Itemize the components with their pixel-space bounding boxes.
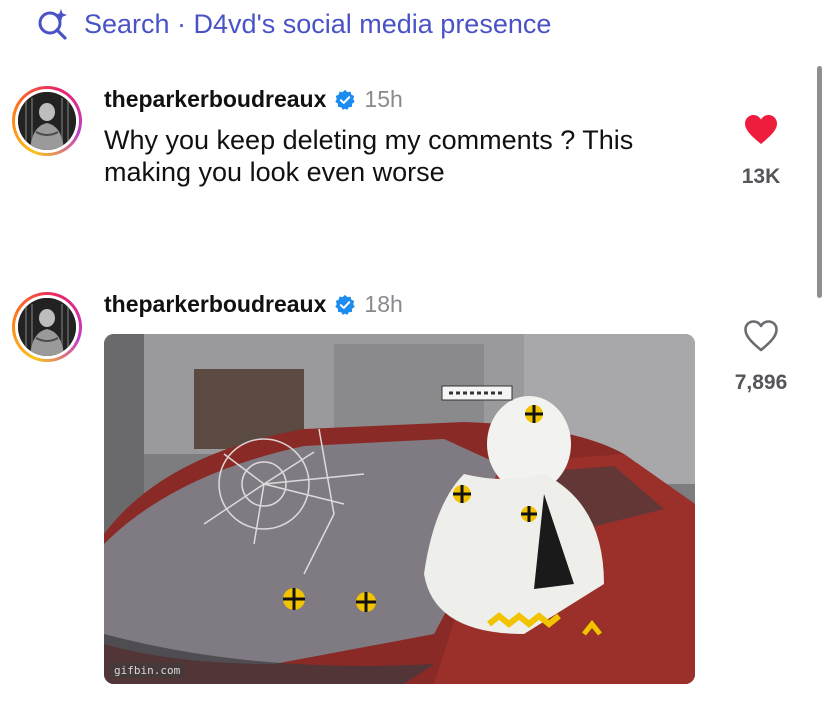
- comments-page: Search · D4vd's social media presence th…: [0, 0, 828, 718]
- avatar[interactable]: [12, 86, 82, 156]
- crash-test-dummy-gif-image: [104, 334, 695, 684]
- comment-meta: theparkerboudreaux 18h: [104, 291, 403, 318]
- avatar-photo: [18, 92, 76, 150]
- avatar[interactable]: [12, 292, 82, 362]
- heart-filled-icon[interactable]: [744, 114, 778, 151]
- like-count: 7,896: [734, 371, 788, 394]
- search-sparkle-icon: [36, 7, 70, 41]
- comment-meta: theparkerboudreaux 15h: [104, 86, 403, 113]
- username[interactable]: theparkerboudreaux: [104, 291, 326, 318]
- heart-outline-icon[interactable]: [744, 320, 778, 357]
- search-query-text[interactable]: Search · D4vd's social media presence: [84, 9, 551, 40]
- gif-watermark: gifbin.com: [110, 663, 185, 678]
- verified-badge-icon: [334, 89, 356, 111]
- gif-media[interactable]: gifbin.com: [104, 334, 695, 684]
- avatar-photo: [18, 298, 76, 356]
- comment-text: Why you keep deleting my comments ? This…: [104, 125, 634, 187]
- like-count: 13K: [741, 165, 781, 188]
- comment-timestamp: 15h: [364, 86, 403, 112]
- like-control[interactable]: 13K: [716, 114, 806, 189]
- search-bar[interactable]: Search · D4vd's social media presence: [36, 6, 551, 42]
- verified-badge-icon: [334, 294, 356, 316]
- comment-timestamp: 18h: [364, 291, 403, 317]
- scrollbar[interactable]: [817, 66, 822, 298]
- username[interactable]: theparkerboudreaux: [104, 86, 326, 113]
- like-control[interactable]: 7,896: [716, 320, 806, 395]
